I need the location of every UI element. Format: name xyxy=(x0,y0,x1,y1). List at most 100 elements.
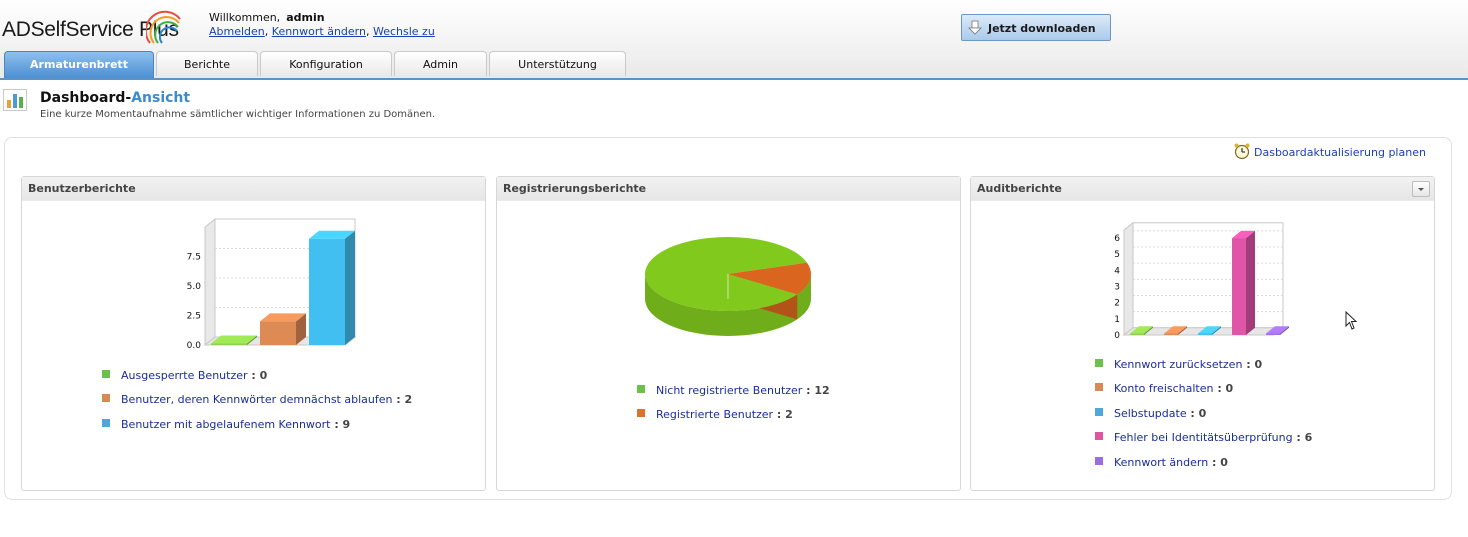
legend-value: 0 xyxy=(1198,407,1207,420)
panel-menu-button[interactable] xyxy=(1412,181,1430,197)
legend-label: Selbstupdate xyxy=(1114,407,1187,420)
legend-value: 2 xyxy=(785,408,793,421)
page-title-prefix: Dashboard- xyxy=(40,90,132,106)
page-title: Dashboard-Ansicht xyxy=(40,90,190,106)
legend-text: Fehler bei Identitätsüberprüfung : 6 xyxy=(1114,431,1313,444)
legend-value: 0 xyxy=(1220,456,1228,469)
download-icon xyxy=(968,20,982,35)
welcome-label: Willkommen, xyxy=(209,11,281,24)
panel-user-reports: Benutzerberichte 0.0 2.5 5.0 7.5 Ausgesperr… xyxy=(21,176,486,491)
audit-reports-bar-chart[interactable]: 0 1 2 3 4 5 6 xyxy=(1086,215,1306,350)
legend-label: Nicht registrierte Benutzer xyxy=(656,384,803,397)
change-password-link[interactable]: Kennwort ändern xyxy=(272,25,366,38)
tab-dashboard[interactable]: Armaturenbrett xyxy=(4,51,154,78)
alarm-clock-icon xyxy=(1234,143,1250,160)
page-subtitle: Eine kurze Momentaufnahme sämtlicher wic… xyxy=(40,109,436,120)
chevron-down-icon xyxy=(1418,188,1424,191)
legend-label: Benutzer mit abgelaufenem Kennwort xyxy=(121,418,331,431)
legend-text: Nicht registrierte Benutzer : 12 xyxy=(656,384,830,397)
y-tick-label: 7.5 xyxy=(187,253,201,263)
bar xyxy=(1266,333,1280,335)
tab-support[interactable]: Unterstützung xyxy=(489,51,626,76)
legend-value: 2 xyxy=(404,393,413,406)
legend-label: Ausgesperrte Benutzer xyxy=(121,369,248,382)
y-tick-label: 5 xyxy=(1114,250,1120,260)
legend-swatch xyxy=(102,370,110,378)
legend-text: Benutzer, deren Kennwörter demnächst abl… xyxy=(121,393,413,406)
chart-side-wall xyxy=(1123,221,1134,337)
legend-swatch xyxy=(637,385,645,393)
y-tick-label: 6 xyxy=(1114,234,1120,244)
legend-label: Registrierte Benutzer xyxy=(656,408,774,421)
legend-label: Konto freischalten xyxy=(1114,382,1214,395)
panel-title: Benutzerberichte xyxy=(22,177,485,201)
bar xyxy=(1164,333,1178,335)
mouse-cursor-icon xyxy=(1345,311,1358,330)
panel-title: Registrierungsberichte xyxy=(497,177,960,201)
legend-value: 0 xyxy=(1225,382,1234,395)
legend-text: Registrierte Benutzer : 2 xyxy=(656,408,793,421)
legend-value: 9 xyxy=(342,418,351,431)
bar-side xyxy=(1246,230,1255,335)
bar xyxy=(211,343,247,345)
y-tick-label: 1 xyxy=(1114,315,1120,325)
user-name: admin xyxy=(286,11,325,24)
y-tick-label: 2 xyxy=(1114,299,1120,309)
dashboard-chart-icon xyxy=(3,89,27,111)
legend-value: 0 xyxy=(259,369,268,382)
legend-text: Konto freischalten : 0 xyxy=(1114,382,1234,395)
legend-text: Kennwort ändern : 0 xyxy=(1114,456,1228,469)
download-label: Jetzt downloaden xyxy=(988,22,1096,35)
legend-swatch xyxy=(637,409,645,417)
bar xyxy=(1130,333,1144,335)
legend-swatch xyxy=(102,419,110,427)
y-tick-label: 4 xyxy=(1114,266,1120,276)
y-tick-label: 0 xyxy=(1114,331,1120,341)
legend-label: Kennwort zurücksetzen xyxy=(1114,358,1243,371)
bar-side xyxy=(345,230,355,345)
tab-reports[interactable]: Berichte xyxy=(156,51,258,76)
logout-link[interactable]: Abmelden xyxy=(209,25,265,38)
legend-value: 0 xyxy=(1254,358,1263,371)
switch-to-link[interactable]: Wechsle zu xyxy=(373,25,435,38)
bar xyxy=(309,238,345,345)
user-reports-bar-chart[interactable]: 0.0 2.5 5.0 7.5 xyxy=(147,215,387,355)
legend-swatch xyxy=(1095,359,1103,367)
schedule-refresh-label: Dasboardaktualisierung planen xyxy=(1254,146,1426,159)
tab-configuration[interactable]: Konfiguration xyxy=(260,51,392,76)
panel-audit-reports: Auditberichte 0 1 2 3 4 5 6 Kennwort zurückset… xyxy=(970,176,1435,491)
download-button[interactable]: Jetzt downloaden xyxy=(961,14,1111,41)
legend-text: Kennwort zurücksetzen : 0 xyxy=(1114,358,1263,371)
legend-text: Benutzer mit abgelaufenem Kennwort : 9 xyxy=(121,418,351,431)
header-links: Abmelden, Kennwort ändern, Wechsle zu xyxy=(209,25,435,38)
main-tabs: Armaturenbrett Berichte Konfiguration Ad… xyxy=(0,51,1468,80)
legend-swatch xyxy=(1095,383,1103,391)
y-tick-label: 3 xyxy=(1114,283,1120,293)
legend-value: 12 xyxy=(814,384,830,397)
legend-swatch xyxy=(1095,457,1103,465)
legend-swatch xyxy=(1095,432,1103,440)
legend-label: Benutzer, deren Kennwörter demnächst abl… xyxy=(121,393,393,406)
legend-label: Fehler bei Identitätsüberprüfung xyxy=(1114,431,1293,444)
y-tick-label: 5.0 xyxy=(187,282,202,292)
logo-arc-icon xyxy=(146,10,181,44)
legend-swatch xyxy=(102,394,110,402)
y-tick-label: 0.0 xyxy=(187,341,202,351)
y-tick-label: 2.5 xyxy=(187,312,201,322)
panel-title: Auditberichte xyxy=(971,177,1434,201)
bar xyxy=(260,321,296,345)
bar xyxy=(1198,333,1212,335)
bar xyxy=(1232,238,1246,335)
chart-back-wall xyxy=(1132,222,1284,329)
welcome-text: Willkommen, admin xyxy=(209,11,325,24)
tab-admin[interactable]: Admin xyxy=(394,51,487,76)
legend-value: 6 xyxy=(1304,431,1313,444)
legend-label: Kennwort ändern xyxy=(1114,456,1209,469)
chart-side-wall xyxy=(204,217,216,347)
registration-pie-chart[interactable] xyxy=(629,222,829,352)
page-title-accent: Ansicht xyxy=(131,90,191,106)
panel-registration-reports: Registrierungsberichte Nicht registriert… xyxy=(496,176,961,491)
legend-swatch xyxy=(1095,408,1103,416)
legend-text: Selbstupdate : 0 xyxy=(1114,407,1207,420)
legend-text: Ausgesperrte Benutzer : 0 xyxy=(121,369,268,382)
